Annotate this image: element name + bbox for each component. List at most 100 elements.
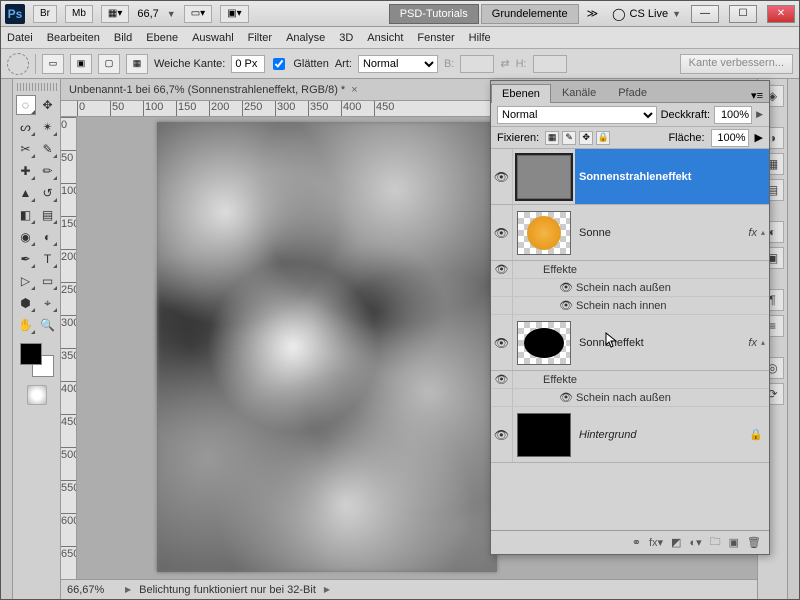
add-selection-icon[interactable]: ▣	[70, 54, 92, 74]
stamp-tool-icon[interactable]: ▲	[16, 183, 36, 203]
layer-thumb[interactable]	[517, 321, 571, 365]
fill-input[interactable]	[711, 129, 749, 147]
intersect-selection-icon[interactable]: ▦	[126, 54, 148, 74]
crop-tool-icon[interactable]: ✂	[16, 139, 36, 159]
layer-name[interactable]: Hintergrund	[575, 429, 749, 441]
layer-name[interactable]: Sonnenstrahleneffekt	[575, 171, 769, 183]
fx-menu-icon[interactable]: fx▾	[649, 536, 663, 549]
layer-name[interactable]: Sonneneffekt	[575, 337, 744, 349]
new-selection-icon[interactable]: ▭	[42, 54, 64, 74]
lock-pixels-icon[interactable]: ✎	[562, 131, 576, 145]
menu-ebene[interactable]: Ebene	[146, 32, 178, 44]
menu-hilfe[interactable]: Hilfe	[469, 32, 491, 44]
color-swatches[interactable]	[20, 343, 54, 377]
mask-icon[interactable]: ◩	[671, 536, 681, 549]
move-tool-icon[interactable]: ✥	[38, 95, 58, 115]
history-brush-icon[interactable]: ↺	[38, 183, 58, 203]
shape-tool-icon[interactable]: ▭	[38, 271, 58, 291]
layer-thumb[interactable]	[517, 413, 571, 457]
effect-outer-glow[interactable]: 👁 Schein nach außen	[491, 279, 769, 297]
view-extras-button[interactable]: ▦▾	[101, 5, 129, 23]
workspace-tab[interactable]: Grundelemente	[481, 4, 579, 24]
cslive-button[interactable]: CS Live▼	[612, 7, 681, 21]
menu-auswahl[interactable]: Auswahl	[192, 32, 234, 44]
lasso-tool-icon[interactable]: ᔕ	[16, 117, 36, 137]
visibility-icon[interactable]: 👁	[491, 149, 513, 204]
menu-filter[interactable]: Filter	[248, 32, 272, 44]
effects-row[interactable]: 👁Effekte	[491, 371, 769, 389]
workspace-tab-active[interactable]: PSD-Tutorials	[389, 4, 479, 24]
style-select[interactable]: Normal	[358, 55, 438, 73]
close-button[interactable]: ✕	[767, 5, 795, 23]
menu-analyse[interactable]: Analyse	[286, 32, 325, 44]
tab-close-icon[interactable]: ×	[351, 84, 357, 96]
tab-pfade[interactable]: Pfade	[607, 83, 658, 102]
pen-tool-icon[interactable]: ✒	[16, 249, 36, 269]
hand-tool-icon[interactable]: ✋	[16, 315, 36, 335]
minimize-button[interactable]: —	[691, 5, 719, 23]
status-zoom[interactable]: 66,67%	[67, 584, 117, 596]
toolbox-handle[interactable]	[17, 83, 57, 91]
antialias-checkbox[interactable]	[273, 58, 285, 70]
tab-kanale[interactable]: Kanäle	[551, 83, 607, 102]
dodge-tool-icon[interactable]: ◐	[38, 227, 58, 247]
lock-position-icon[interactable]: ✥	[579, 131, 593, 145]
maximize-button[interactable]: ☐	[729, 5, 757, 23]
screenmode-button[interactable]: ▣▾	[220, 5, 248, 23]
quickmask-icon[interactable]	[27, 385, 47, 405]
type-tool-icon[interactable]: T	[38, 249, 58, 269]
menu-datei[interactable]: Datei	[7, 32, 33, 44]
menu-ansicht[interactable]: Ansicht	[367, 32, 403, 44]
feather-input[interactable]	[231, 55, 265, 73]
brush-tool-icon[interactable]: ✏	[38, 161, 58, 181]
new-layer-icon[interactable]: ▣	[729, 536, 739, 549]
menu-bearbeiten[interactable]: Bearbeiten	[47, 32, 100, 44]
link-layers-icon[interactable]: ⚭	[632, 536, 641, 549]
minibridge-button[interactable]: Mb	[65, 5, 93, 23]
effect-inner-glow[interactable]: 👁 Schein nach innen	[491, 297, 769, 315]
layer-name[interactable]: Sonne	[575, 227, 744, 239]
fx-badge[interactable]: fx	[744, 227, 761, 239]
layer-row[interactable]: 👁 Sonneneffekt fx▴	[491, 315, 769, 371]
layer-row[interactable]: 👁 Hintergrund 🔒	[491, 407, 769, 463]
fx-badge[interactable]: fx	[744, 337, 761, 349]
layer-row[interactable]: 👁 Sonne fx▴	[491, 205, 769, 261]
workspace-more[interactable]: ≫	[581, 7, 605, 20]
panel-menu-icon[interactable]: ▾≡	[745, 89, 769, 102]
arrange-button[interactable]: ▭▾	[184, 5, 212, 23]
visibility-icon[interactable]: 👁	[491, 315, 513, 370]
menu-3d[interactable]: 3D	[339, 32, 353, 44]
fg-color[interactable]	[20, 343, 42, 365]
blur-tool-icon[interactable]: ◉	[16, 227, 36, 247]
zoom-level[interactable]: 66,7	[137, 8, 158, 20]
group-icon[interactable]: 🗀	[710, 533, 721, 552]
bridge-button[interactable]: Br	[33, 5, 57, 23]
3d-camera-icon[interactable]: ⌖	[38, 293, 58, 313]
eyedropper-tool-icon[interactable]: ✎	[38, 139, 58, 159]
tool-preset-icon[interactable]	[7, 53, 29, 75]
visibility-icon[interactable]: 👁	[491, 205, 513, 260]
heal-tool-icon[interactable]: ✚	[16, 161, 36, 181]
layer-row[interactable]: 👁 Sonnenstrahleneffekt	[491, 149, 769, 205]
gradient-tool-icon[interactable]: ▤	[38, 205, 58, 225]
wand-tool-icon[interactable]: ✴	[38, 117, 58, 137]
lock-all-icon[interactable]: 🔒	[596, 131, 610, 145]
layer-thumb[interactable]	[517, 211, 571, 255]
eraser-tool-icon[interactable]: ◧	[16, 205, 36, 225]
subtract-selection-icon[interactable]: ▢	[98, 54, 120, 74]
effect-outer-glow[interactable]: 👁 Schein nach außen	[491, 389, 769, 407]
menu-fenster[interactable]: Fenster	[417, 32, 454, 44]
zoom-tool-icon[interactable]: 🔍	[38, 315, 58, 335]
layer-thumb[interactable]	[517, 155, 571, 199]
3d-tool-icon[interactable]: ⬢	[16, 293, 36, 313]
delete-layer-icon[interactable]: 🗑	[747, 536, 761, 549]
vertical-ruler[interactable]: 050100150200250300350400450500550600650	[61, 117, 77, 579]
effects-row[interactable]: 👁Effekte	[491, 261, 769, 279]
tab-ebenen[interactable]: Ebenen	[491, 84, 551, 103]
adjustment-icon[interactable]: ◐▾	[689, 536, 701, 549]
opacity-input[interactable]	[714, 106, 752, 124]
path-select-icon[interactable]: ▷	[16, 271, 36, 291]
blend-mode-select[interactable]: Normal	[497, 106, 657, 124]
visibility-icon[interactable]: 👁	[491, 407, 513, 462]
refine-edge-button[interactable]: Kante verbessern...	[680, 54, 793, 74]
